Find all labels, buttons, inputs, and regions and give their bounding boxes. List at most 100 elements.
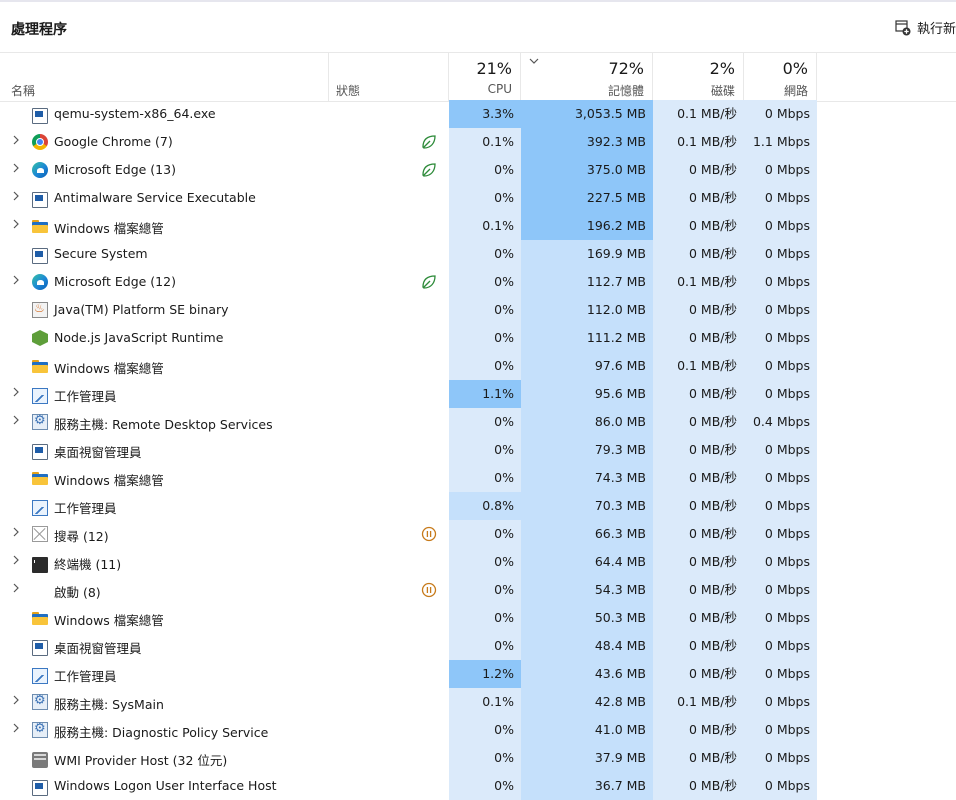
expand-chevron-icon[interactable] <box>12 582 22 597</box>
process-cpu-value: 0% <box>449 268 521 296</box>
process-memory-value: 97.6 MB <box>521 352 653 380</box>
process-name: qemu-system-x86_64.exe <box>54 106 216 121</box>
process-network-value: 0 Mbps <box>744 268 817 296</box>
process-row[interactable]: 桌面視窗管理員 0% 48.4 MB 0 MB/秒 0 Mbps <box>0 632 956 660</box>
process-memory-value: 70.3 MB <box>521 492 653 520</box>
process-memory-value: 112.7 MB <box>521 268 653 296</box>
process-network-value: 0 Mbps <box>744 240 817 268</box>
process-disk-value: 0 MB/秒 <box>653 548 744 576</box>
process-row[interactable]: 終端機 (11) 0% 64.4 MB 0 MB/秒 0 Mbps <box>0 548 956 576</box>
process-name: 搜尋 (12) <box>54 529 109 544</box>
process-row[interactable]: Node.js JavaScript Runtime 0% 111.2 MB 0 MB… <box>0 324 956 352</box>
column-header-network[interactable]: 0% 網路 <box>744 53 817 101</box>
process-row[interactable]: 服務主機: Remote Desktop Services 0%86.0 MB0 … <box>0 408 956 436</box>
edge-icon <box>32 162 48 178</box>
suspended-pause-icon <box>420 525 438 543</box>
process-row[interactable]: Windows 檔案總管 0.1% 196.2 MB 0 MB/秒 0 Mbps <box>0 212 956 240</box>
process-cpu-value: 0% <box>449 184 521 212</box>
process-network-value: 0 Mbps <box>744 296 817 324</box>
expand-chevron-icon[interactable] <box>12 526 22 541</box>
process-cpu-value: 0% <box>449 408 521 436</box>
process-name: 工作管理員 <box>54 389 117 404</box>
process-row[interactable]: Microsoft Edge (13) 0% 375.0 MB 0 MB/秒 0 Mbp… <box>0 156 956 184</box>
process-network-value: 0 Mbps <box>744 352 817 380</box>
process-row[interactable]: Antimalware Service Executable 0% 227.5 MB… <box>0 184 956 212</box>
process-name: Secure System <box>54 246 148 261</box>
expand-chevron-icon[interactable] <box>12 722 22 737</box>
task-manager-icon <box>32 388 48 404</box>
column-header-status[interactable]: 狀態 <box>329 53 449 101</box>
app-window-icon <box>32 108 48 124</box>
process-memory-value: 392.3 MB <box>521 128 653 156</box>
process-row[interactable]: Windows Logon User Interface Host 0% 36.7 … <box>0 772 956 800</box>
expand-chevron-icon[interactable] <box>12 554 22 569</box>
process-disk-value: 0 MB/秒 <box>653 520 744 548</box>
expand-chevron-icon[interactable] <box>12 190 22 205</box>
process-cpu-value: 0.1% <box>449 688 521 716</box>
expand-chevron-icon[interactable] <box>12 134 22 149</box>
process-row[interactable]: 工作管理員 0.8% 70.3 MB 0 MB/秒 0 Mbps <box>0 492 956 520</box>
column-header-memory[interactable]: 72% 記憶體 <box>521 53 653 101</box>
process-name: Windows Logon User Interface Host <box>54 778 277 793</box>
expand-chevron-icon[interactable] <box>12 386 22 401</box>
process-row[interactable]: Secure System 0% 169.9 MB 0 MB/秒 0 Mbps <box>0 240 956 268</box>
process-name: Node.js JavaScript Runtime <box>54 330 224 345</box>
process-cpu-value: 0% <box>449 436 521 464</box>
process-cpu-value: 0% <box>449 296 521 324</box>
process-row[interactable]: Windows 檔案總管 0% 50.3 MB 0 MB/秒 0 Mbps <box>0 604 956 632</box>
process-disk-value: 0 MB/秒 <box>653 716 744 744</box>
process-row[interactable]: Microsoft Edge (12) 0% 112.7 MB 0.1 MB/秒 0 M… <box>0 268 956 296</box>
app-window-icon <box>32 444 48 460</box>
process-network-value: 0 Mbps <box>744 772 817 800</box>
process-row[interactable]: 服務主機: Diagnostic Policy Service 0%41.0 MB… <box>0 716 956 744</box>
process-disk-value: 0.1 MB/秒 <box>653 688 744 716</box>
column-header-name[interactable]: 名稱 <box>0 53 329 101</box>
process-network-value: 0 Mbps <box>744 324 817 352</box>
process-name: 服務主機: Diagnostic Policy Service <box>54 725 269 740</box>
process-network-value: 0 Mbps <box>744 520 817 548</box>
process-network-value: 0 Mbps <box>744 184 817 212</box>
process-name: 服務主機: SysMain <box>54 697 164 712</box>
column-header-disk[interactable]: 2% 磁碟 <box>653 53 744 101</box>
column-header-cpu[interactable]: 21% CPU <box>449 53 521 101</box>
app-window-icon <box>32 248 48 264</box>
search-placeholder-icon <box>32 526 48 542</box>
process-row[interactable]: Windows 檔案總管 0% 97.6 MB 0.1 MB/秒 0 Mbps <box>0 352 956 380</box>
expand-chevron-icon[interactable] <box>12 414 22 429</box>
process-row[interactable]: qemu-system-x86_64.exe 3.3% 3,053.5 MB 0.1 … <box>0 100 956 128</box>
process-row[interactable]: WMI Provider Host (32 位元) 0% 37.9 MB 0 MB/秒… <box>0 744 956 772</box>
process-disk-value: 0 MB/秒 <box>653 772 744 800</box>
process-row[interactable]: 工作管理員 1.2% 43.6 MB 0 MB/秒 0 Mbps <box>0 660 956 688</box>
process-row[interactable]: Google Chrome (7) 0.1% 392.3 MB 0.1 MB/秒 1.1… <box>0 128 956 156</box>
process-network-value: 0 Mbps <box>744 744 817 772</box>
process-disk-value: 0 MB/秒 <box>653 632 744 660</box>
process-row[interactable]: 桌面視窗管理員 0% 79.3 MB 0 MB/秒 0 Mbps <box>0 436 956 464</box>
run-new-task-button[interactable]: 執行新 <box>895 18 956 37</box>
process-name: WMI Provider Host (32 位元) <box>54 753 228 768</box>
expand-chevron-icon[interactable] <box>12 694 22 709</box>
page-title: 處理程序 <box>11 22 67 38</box>
process-disk-value: 0.1 MB/秒 <box>653 268 744 296</box>
process-name: 桌面視窗管理員 <box>54 641 142 656</box>
process-row[interactable]: 工作管理員 1.1% 95.6 MB 0 MB/秒 0 Mbps <box>0 380 956 408</box>
process-memory-value: 79.3 MB <box>521 436 653 464</box>
expand-chevron-icon[interactable] <box>12 162 22 177</box>
process-row[interactable]: Java(TM) Platform SE binary0%112.0 MB0 M… <box>0 296 956 324</box>
process-cpu-value: 0% <box>449 464 521 492</box>
process-disk-value: 0 MB/秒 <box>653 184 744 212</box>
process-disk-value: 0 MB/秒 <box>653 380 744 408</box>
process-row[interactable]: 搜尋 (12) 0% 66.3 MB 0 MB/秒 0 Mbps <box>0 520 956 548</box>
process-cpu-value: 0.8% <box>449 492 521 520</box>
expand-chevron-icon[interactable] <box>12 274 22 289</box>
process-name: Windows 檔案總管 <box>54 613 164 628</box>
process-network-value: 0 Mbps <box>744 576 817 604</box>
process-row[interactable]: 服務主機: SysMain 0.1%42.8 MB0.1 MB/秒0 Mbps <box>0 688 956 716</box>
process-name: Windows 檔案總管 <box>54 473 164 488</box>
process-row[interactable]: 啟動 (8) 0% 54.3 MB 0 MB/秒 0 Mbps <box>0 576 956 604</box>
process-network-value: 0.4 Mbps <box>744 408 817 436</box>
process-name: 啟動 (8) <box>54 585 101 600</box>
process-cpu-value: 0% <box>449 772 521 800</box>
edge-icon <box>32 274 48 290</box>
process-row[interactable]: Windows 檔案總管 0% 74.3 MB 0 MB/秒 0 Mbps <box>0 464 956 492</box>
expand-chevron-icon[interactable] <box>12 218 22 233</box>
